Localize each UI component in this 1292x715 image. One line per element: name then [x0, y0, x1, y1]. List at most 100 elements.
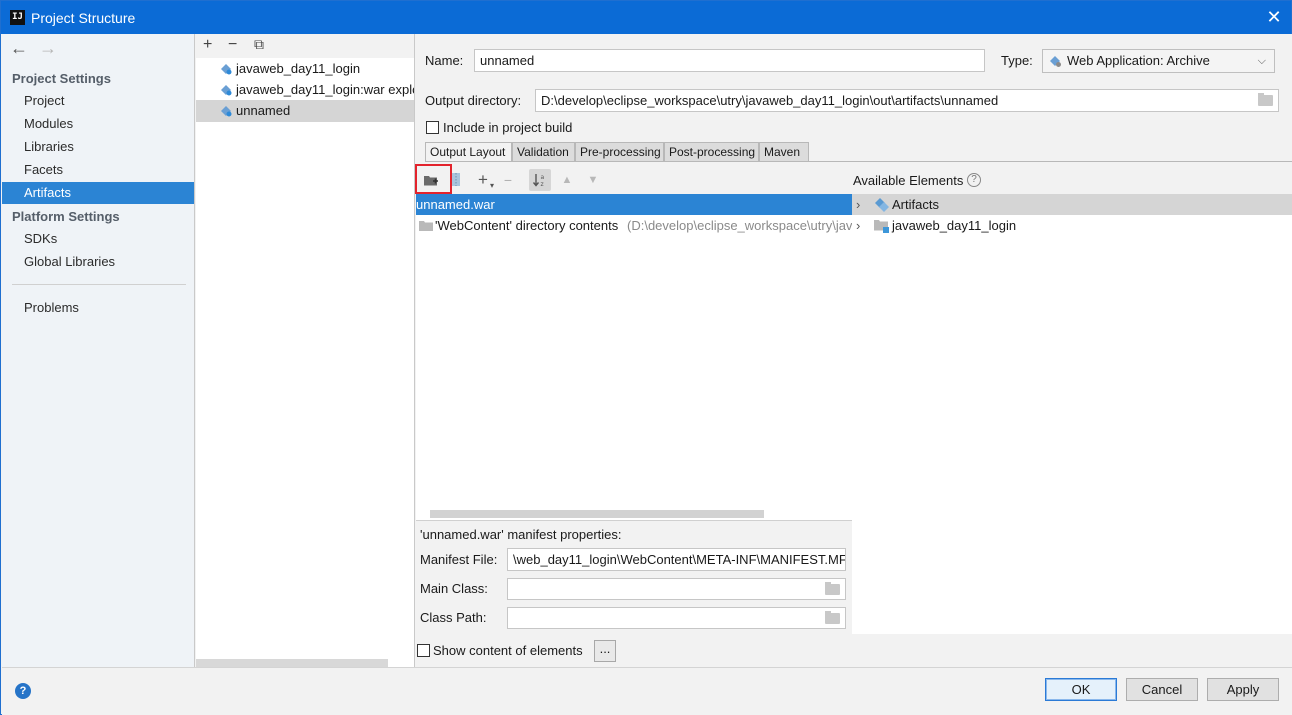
class-path-input[interactable] [507, 607, 846, 629]
web-artifact-icon [221, 85, 232, 96]
forward-arrow-icon[interactable]: → [39, 38, 63, 59]
show-content-label: Show content of elements [433, 643, 583, 658]
history-nav: ← → [10, 38, 63, 59]
output-directory-label: Output directory: [425, 93, 522, 108]
artifacts-icon [875, 198, 889, 212]
manifest-file-input[interactable]: \web_day11_login\WebContent\META-INF\MAN… [507, 548, 846, 571]
browse-folder-icon[interactable] [1258, 93, 1273, 106]
sidebar-item-sdks[interactable]: SDKs [2, 228, 194, 250]
sidebar-item-artifacts[interactable]: Artifacts [2, 182, 194, 204]
tree-child-path: (D:\develop\eclipse_workspace\utry\java [627, 218, 852, 233]
add-artifact-icon[interactable]: + [203, 36, 212, 54]
artifacts-list-panel: + − ⧉ javaweb_day11_login javaweb_day11_… [196, 34, 415, 667]
main-class-label: Main Class: [420, 581, 488, 596]
add-dropdown-chevron-icon: ▾ [489, 181, 494, 190]
output-layout-toolbar: + ▾ − az ▲ ▼ [415, 164, 852, 194]
sidebar-item-modules[interactable]: Modules [2, 113, 194, 135]
web-artifact-icon [221, 64, 232, 75]
tree-row-artifacts[interactable]: › Artifacts [852, 194, 1292, 215]
artifact-label: javaweb_day11_login [236, 61, 361, 76]
tab-validation[interactable]: Validation [512, 142, 575, 162]
manifest-title: 'unnamed.war' manifest properties: [420, 527, 622, 542]
tree-row-root[interactable]: unnamed.war [416, 194, 852, 215]
apply-button[interactable]: Apply [1207, 678, 1279, 701]
artifact-item[interactable]: javaweb_day11_login:war exploded [196, 79, 414, 101]
artifact-item-selected[interactable]: unnamed [196, 100, 414, 122]
manifest-properties: 'unnamed.war' manifest properties: Manif… [416, 520, 852, 634]
available-elements-title: Available Elements [853, 173, 964, 188]
class-path-label: Class Path: [420, 610, 487, 625]
window-title: Project Structure [31, 10, 136, 26]
intellij-app-icon: IJ [10, 10, 25, 25]
title-bar: IJ Project Structure ✕ [1, 1, 1291, 34]
new-folder-icon [424, 176, 438, 186]
horizontal-scrollbar[interactable] [196, 659, 388, 667]
web-artifact-icon [221, 106, 232, 117]
show-content-checkbox[interactable] [417, 644, 430, 657]
move-down-icon[interactable]: ▼ [585, 172, 601, 188]
chevron-right-icon[interactable]: › [856, 215, 860, 236]
browse-folder-icon[interactable] [825, 611, 840, 624]
tab-divider [425, 161, 1292, 162]
remove-element-icon[interactable]: − [500, 172, 516, 188]
tab-pre-processing[interactable]: Pre-processing [575, 142, 664, 162]
manifest-file-label: Manifest File: [420, 552, 498, 567]
artifacts-node-label: Artifacts [892, 197, 939, 212]
sidebar-item-facets[interactable]: Facets [2, 159, 194, 181]
folder-icon [419, 221, 433, 231]
tab-post-processing[interactable]: Post-processing [664, 142, 759, 162]
sort-elements-icon[interactable]: az [529, 169, 551, 191]
output-layout-tree: unnamed.war 'WebContent' directory conte… [416, 194, 852, 520]
sidebar-item-project[interactable]: Project [2, 90, 194, 112]
include-in-build-label: Include in project build [443, 120, 573, 135]
sidebar-item-global-libraries[interactable]: Global Libraries [2, 251, 194, 273]
type-label: Type: [1001, 53, 1033, 68]
platform-settings-heading: Platform Settings [12, 209, 120, 224]
cancel-button[interactable]: Cancel [1126, 678, 1198, 701]
project-settings-heading: Project Settings [12, 71, 111, 86]
artifact-item[interactable]: javaweb_day11_login [196, 58, 414, 80]
tab-maven[interactable]: Maven [759, 142, 809, 162]
chevron-right-icon[interactable]: › [856, 194, 860, 215]
web-archive-icon [1050, 56, 1061, 67]
back-arrow-icon[interactable]: ← [10, 38, 34, 59]
project-structure-dialog: IJ Project Structure ✕ ← → Project Setti… [0, 0, 1292, 715]
module-folder-icon [874, 220, 889, 233]
tree-row-module[interactable]: › javaweb_day11_login [852, 215, 1292, 236]
settings-sidebar: ← → Project Settings Project Modules Lib… [2, 34, 195, 667]
available-elements-tree: › Artifacts › javaweb_day11_login [852, 194, 1292, 634]
type-select-value: Web Application: Archive [1067, 53, 1210, 68]
sidebar-item-libraries[interactable]: Libraries [2, 136, 194, 158]
output-directory-value: D:\develop\eclipse_workspace\utry\javawe… [541, 93, 999, 108]
copy-artifact-icon[interactable]: ⧉ [254, 36, 264, 53]
help-circle-icon[interactable]: ? [967, 173, 981, 187]
remove-artifact-icon[interactable]: − [228, 36, 237, 54]
artifacts-toolbar: + − ⧉ [196, 34, 414, 58]
ok-button[interactable]: OK [1045, 678, 1117, 701]
name-input[interactable]: unnamed [474, 49, 985, 72]
tree-child-label: 'WebContent' directory contents [435, 218, 619, 233]
tab-output-layout[interactable]: Output Layout [425, 142, 512, 162]
type-select[interactable]: Web Application: Archive ⌵ [1042, 49, 1275, 73]
browse-folder-icon[interactable] [825, 582, 840, 595]
dialog-button-bar: ? OK Cancel Apply [2, 667, 1292, 715]
horizontal-scrollbar[interactable] [430, 510, 764, 518]
name-label: Name: [425, 53, 464, 68]
chevron-down-icon: ⌵ [1257, 55, 1266, 67]
svg-text:a: a [541, 174, 545, 181]
output-directory-input[interactable]: D:\develop\eclipse_workspace\utry\javawe… [535, 89, 1279, 112]
archive-icon[interactable] [448, 172, 464, 188]
tree-root-label: unnamed.war [416, 197, 495, 212]
include-in-build-checkbox[interactable] [426, 121, 439, 134]
sidebar-item-problems[interactable]: Problems [2, 297, 194, 319]
artifact-editor: Name: unnamed Type: Web Application: Arc… [415, 34, 1292, 667]
move-up-icon[interactable]: ▲ [559, 172, 575, 188]
help-icon[interactable]: ? [15, 683, 31, 699]
close-icon[interactable]: ✕ [1263, 6, 1285, 28]
tree-row-child[interactable]: 'WebContent' directory contents (D:\deve… [416, 215, 852, 236]
module-node-label: javaweb_day11_login [892, 218, 1017, 233]
more-options-button[interactable]: ... [594, 640, 616, 662]
artifact-label: unnamed [236, 103, 291, 118]
sidebar-divider [12, 284, 186, 285]
main-class-input[interactable] [507, 578, 846, 600]
